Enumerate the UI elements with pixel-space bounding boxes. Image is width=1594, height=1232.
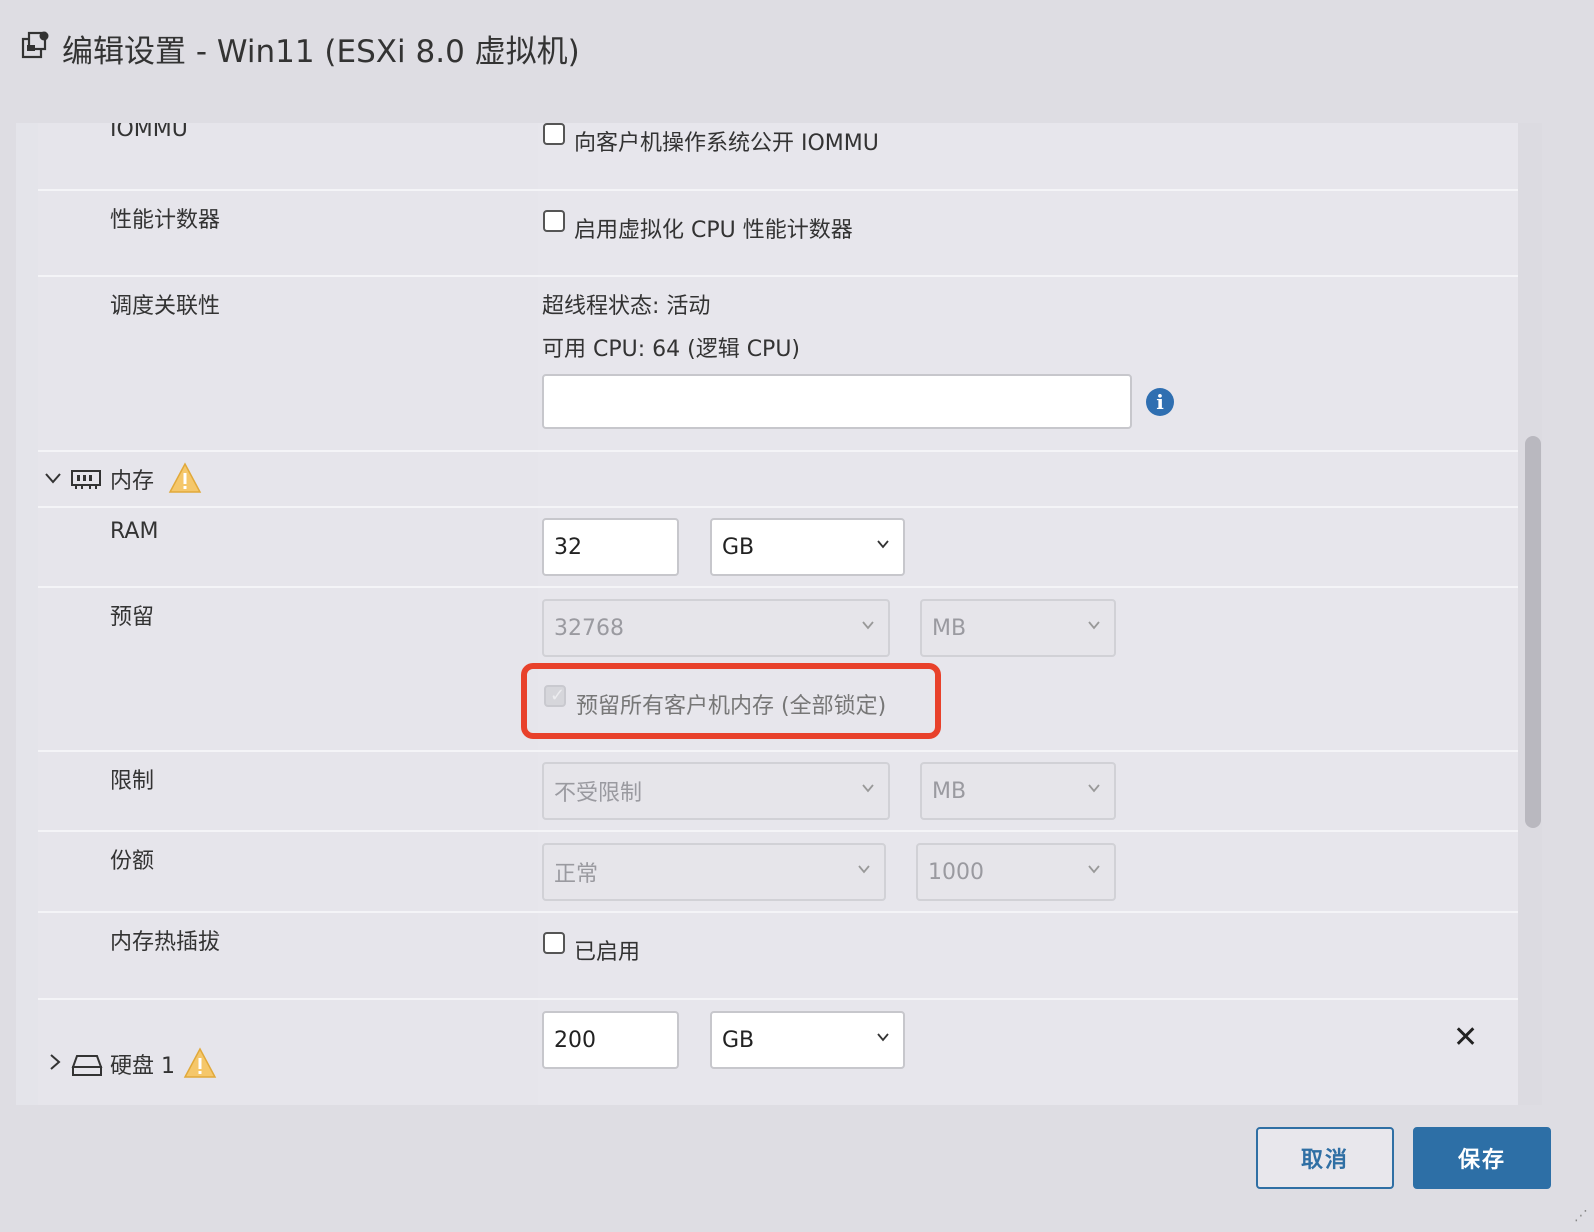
- row-divider: [38, 750, 1534, 752]
- save-button[interactable]: 保存: [1413, 1127, 1551, 1189]
- limit-unit-select[interactable]: MB: [920, 762, 1116, 820]
- scrollbar-thumb[interactable]: [1525, 436, 1541, 828]
- warning-icon: [168, 462, 202, 493]
- shares-value: 1000: [928, 859, 984, 885]
- memory-section-label[interactable]: 内存: [110, 463, 154, 495]
- memory-icon: [71, 470, 101, 489]
- ram-unit-value: GB: [722, 534, 755, 560]
- remove-device-icon[interactable]: ✕: [1453, 1020, 1478, 1055]
- iommu-label: IOMMU: [110, 123, 188, 142]
- memory-hot-plug-checkbox[interactable]: [543, 932, 565, 954]
- shares-level-select[interactable]: 正常: [542, 843, 886, 901]
- chevron-down-icon: [877, 540, 889, 549]
- scheduling-affinity-input[interactable]: [542, 374, 1132, 429]
- memory-hot-plug-checkbox-label[interactable]: 已启用: [574, 934, 640, 966]
- row-divider: [38, 830, 1534, 832]
- ram-unit-select[interactable]: GB: [710, 518, 905, 576]
- hard-disk-unit-value: GB: [722, 1027, 755, 1053]
- chevron-down-icon: [1088, 784, 1100, 793]
- chevron-right-icon[interactable]: [46, 1053, 64, 1071]
- hard-disk-1-label[interactable]: 硬盘 1: [110, 1048, 175, 1080]
- limit-value: 不受限制: [554, 781, 643, 806]
- chevron-down-icon: [862, 621, 874, 630]
- shares-label: 份额: [110, 849, 155, 874]
- ram-input[interactable]: 32: [542, 518, 679, 576]
- cancel-button[interactable]: 取消: [1256, 1127, 1394, 1189]
- hyperthreading-status: 超线程状态: 活动: [542, 294, 711, 319]
- iommu-checkbox-label[interactable]: 向客户机操作系统公开 IOMMU: [574, 125, 879, 157]
- reservation-unit-select[interactable]: MB: [920, 599, 1116, 657]
- chevron-down-icon: [877, 1033, 889, 1042]
- dialog-title: 编辑设置 - Win11 (ESXi 8.0 虚拟机): [62, 34, 580, 70]
- shares-value-select[interactable]: 1000: [916, 843, 1116, 901]
- iommu-checkbox[interactable]: [543, 123, 565, 145]
- row-divider: [38, 586, 1534, 588]
- settings-content[interactable]: IOMMU 向客户机操作系统公开 IOMMU 性能计数器 启用虚拟化 CPU 性…: [16, 123, 1540, 1105]
- ram-label: RAM: [110, 519, 159, 544]
- warning-icon: [183, 1047, 217, 1078]
- row-divider: [38, 911, 1534, 913]
- limit-select[interactable]: 不受限制: [542, 762, 890, 820]
- shares-level-value: 正常: [554, 862, 599, 887]
- edit-settings-dialog: 编辑设置 - Win11 (ESXi 8.0 虚拟机) IOMMU 向客户机操作…: [0, 0, 1594, 1232]
- row-divider: [38, 275, 1534, 277]
- row-divider: [38, 450, 1534, 452]
- chevron-down-icon: [1088, 865, 1100, 874]
- row-divider: [38, 506, 1534, 508]
- chevron-down-icon: [1088, 621, 1100, 630]
- reservation-label: 预留: [110, 605, 155, 630]
- row-divider: [38, 998, 1534, 1000]
- info-icon[interactable]: i: [1146, 388, 1174, 416]
- reservation-unit-value: MB: [932, 615, 967, 641]
- scheduling-affinity-label: 调度关联性: [110, 294, 221, 319]
- hard-disk-icon: [71, 1055, 103, 1076]
- dialog-titlebar: 编辑设置 - Win11 (ESXi 8.0 虚拟机): [0, 0, 1594, 123]
- perf-counters-checkbox[interactable]: [543, 210, 565, 232]
- hard-disk-size-input[interactable]: 200: [542, 1011, 679, 1069]
- resize-grip-icon[interactable]: ⋰: [1574, 1208, 1588, 1224]
- chevron-down-icon: [862, 784, 874, 793]
- hard-disk-unit-select[interactable]: GB: [710, 1011, 905, 1069]
- chevron-down-icon: [858, 865, 870, 874]
- reservation-value: 32768: [554, 615, 624, 641]
- row-divider: [38, 189, 1534, 191]
- chevron-down-icon[interactable]: [44, 469, 62, 487]
- memory-hot-plug-label: 内存热插拔: [110, 930, 221, 955]
- highlight-box: [521, 663, 941, 739]
- vm-edit-icon: [21, 31, 49, 59]
- reservation-select[interactable]: 32768: [542, 599, 890, 657]
- available-cpu-text: 可用 CPU: 64 (逻辑 CPU): [542, 337, 801, 362]
- limit-unit-value: MB: [932, 778, 967, 804]
- limit-label: 限制: [110, 769, 155, 794]
- perf-counters-label: 性能计数器: [110, 208, 221, 233]
- perf-counters-checkbox-label[interactable]: 启用虚拟化 CPU 性能计数器: [574, 212, 853, 244]
